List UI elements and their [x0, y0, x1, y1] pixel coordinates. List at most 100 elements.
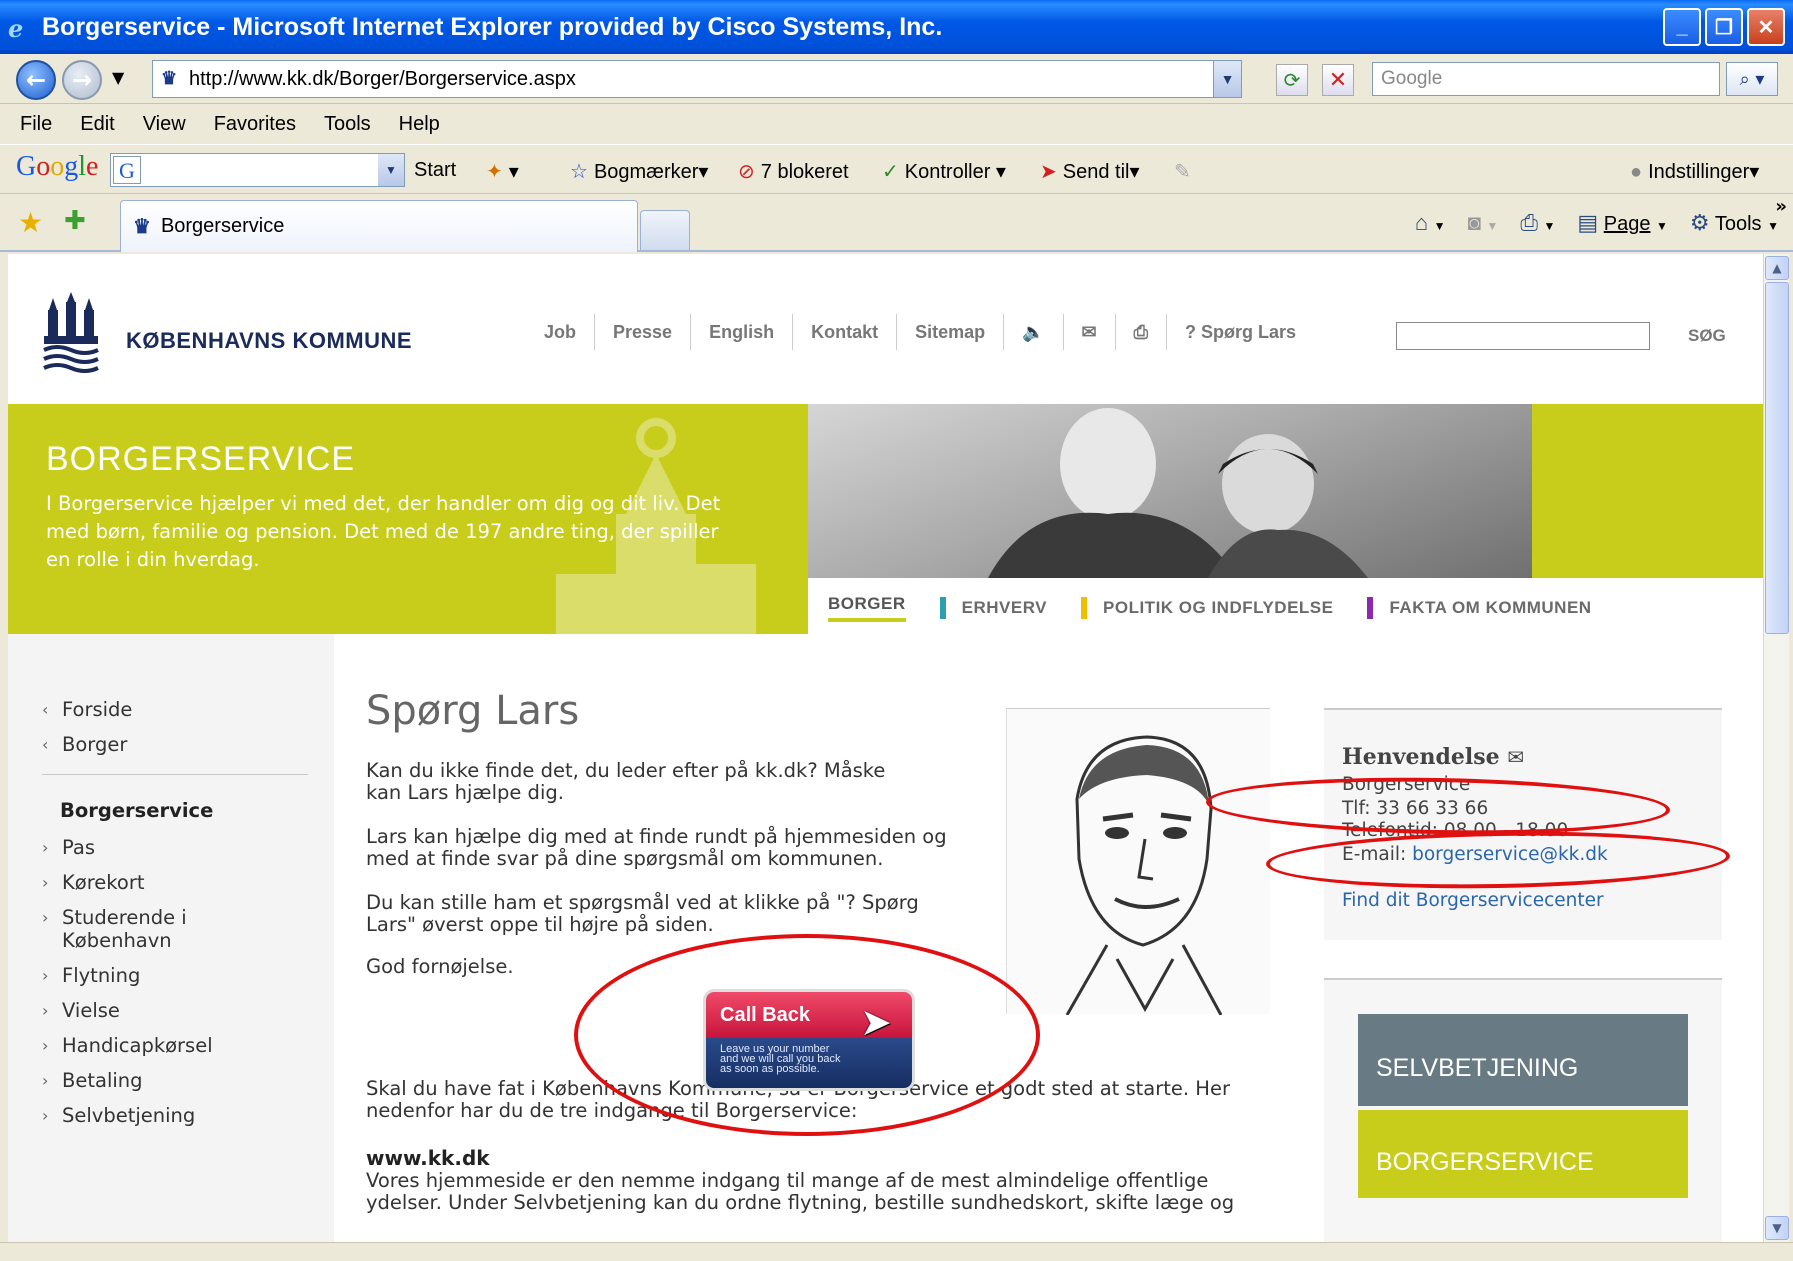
settings-button[interactable]: ● Indstillinger▾ — [1630, 159, 1759, 184]
borgerservice-button[interactable]: BORGERSERVICE — [1358, 1110, 1688, 1198]
envelope-icon[interactable]: ✉ — [1507, 745, 1524, 769]
address-bar: ← → ▼ ♛ http://www.kk.dk/Borger/Borgerse… — [0, 54, 1793, 104]
self-service-box: SELVBETJENING BORGERSERVICE — [1324, 978, 1722, 1242]
site-search-input[interactable] — [1396, 322, 1650, 350]
leftnav-borger[interactable]: ‹ Borger — [42, 733, 308, 756]
menu-help[interactable]: Help — [399, 113, 440, 136]
topnav-presse[interactable]: Presse — [595, 314, 692, 350]
find-center-link[interactable]: Find dit Borgerservicecenter — [1342, 890, 1604, 911]
new-tab-button[interactable] — [640, 210, 690, 250]
search-input[interactable]: Google — [1372, 62, 1720, 96]
search-button[interactable]: ⌕ ▾ — [1726, 62, 1778, 96]
tools-menu-button[interactable]: ⚙ Tools ▼ — [1690, 210, 1779, 236]
back-button[interactable]: ← — [16, 60, 56, 100]
google-options-button[interactable]: ✦ ▾ — [486, 159, 519, 184]
topnav-kontakt[interactable]: Kontakt — [793, 314, 898, 350]
google-search-dropdown-icon[interactable]: ▼ — [378, 154, 404, 186]
print-page-icon[interactable]: ⎙ — [1116, 314, 1168, 350]
mainnav-fakta[interactable]: FAKTA OM KOMMUNEN — [1367, 597, 1591, 619]
menu-tools[interactable]: Tools — [324, 113, 371, 136]
spellcheck-button[interactable]: ✓ Kontroller ▾ — [882, 159, 1006, 184]
scroll-thumb[interactable] — [1765, 282, 1789, 634]
site-search-button[interactable]: SØG — [1688, 326, 1726, 346]
chevron-left-icon: ‹ — [42, 700, 49, 719]
tab-borgerservice[interactable]: ♛ Borgerservice — [120, 200, 638, 252]
url-dropdown-icon[interactable]: ▼ — [1213, 61, 1241, 97]
mainnav-politik[interactable]: POLITIK OG INDFLYDELSE — [1081, 597, 1333, 619]
chevron-right-icon: › — [42, 1071, 49, 1090]
print-button[interactable]: ⎙ ▼ — [1520, 210, 1555, 236]
leftnav-selvbetjening[interactable]: › Selvbetjening — [42, 1104, 308, 1127]
menu-edit[interactable]: Edit — [80, 113, 114, 136]
send-to-button[interactable]: ➤ Send til▾ — [1040, 159, 1140, 184]
grandfather-child-photo-icon — [988, 408, 1368, 578]
leftnav-korekort[interactable]: › Kørekort — [42, 871, 308, 894]
menu-file[interactable]: File — [20, 113, 52, 136]
google-g-icon[interactable]: G — [113, 156, 141, 184]
topnav-job[interactable]: Job — [526, 314, 596, 350]
leftnav-forside[interactable]: ‹ Forside — [42, 698, 308, 721]
chevron-right-icon: › — [42, 873, 49, 892]
minimize-button[interactable]: _ — [1663, 8, 1701, 46]
leftnav-pas[interactable]: › Pas — [42, 836, 308, 859]
url-field[interactable]: ♛ http://www.kk.dk/Borger/Borgerservice.… — [152, 60, 1242, 98]
close-button[interactable]: ✕ — [1747, 8, 1785, 46]
menu-bar: File Edit View Favorites Tools Help — [0, 104, 1793, 144]
scroll-up-icon[interactable]: ▲ — [1765, 256, 1789, 280]
url-text: http://www.kk.dk/Borger/Borgerservice.as… — [189, 67, 576, 90]
topnav-sitemap[interactable]: Sitemap — [897, 314, 1005, 350]
restore-button[interactable]: ❐ — [1705, 8, 1743, 46]
leftnav-forside-label: Forside — [62, 698, 133, 721]
contact-title: Henvendelse ✉ — [1342, 744, 1524, 770]
leftnav-flytning[interactable]: › Flytning — [42, 964, 308, 987]
highlight-icon[interactable]: ✎ — [1174, 159, 1191, 184]
annotation-ellipse-callback — [574, 934, 1040, 1136]
google-search-input[interactable]: G ▼ — [110, 153, 405, 187]
favorites-star-icon[interactable]: ★ — [18, 206, 43, 239]
ask-lars-link[interactable]: ? Spørg Lars — [1167, 314, 1314, 350]
add-favorite-icon[interactable]: ✚ — [64, 206, 86, 236]
menu-favorites[interactable]: Favorites — [214, 113, 296, 136]
vertical-scrollbar[interactable]: ▲ ▼ — [1763, 254, 1789, 1242]
feeds-button[interactable]: ◙ ▼ — [1468, 210, 1499, 236]
leftnav-borger-label: Borger — [62, 733, 128, 756]
recent-pages-dropdown[interactable]: ▼ — [112, 68, 124, 87]
speaker-icon[interactable]: 🔈 — [1004, 314, 1064, 350]
page-icon: ▤ — [1577, 210, 1599, 235]
topnav-english[interactable]: English — [691, 314, 794, 350]
site-favicon-icon: ♛ — [161, 68, 178, 88]
bookmarks-label: Bogmærker — [593, 161, 699, 183]
email-page-icon[interactable]: ✉ — [1064, 314, 1116, 350]
tools-label: Tools — [1714, 213, 1762, 235]
settings-circle-icon: ● — [1630, 161, 1643, 183]
spellcheck-icon: ✓ — [882, 161, 899, 183]
leftnav-divider — [42, 774, 308, 775]
google-start-button[interactable]: Start — [414, 159, 456, 182]
content-paragraph-1: Kan du ikke finde det, du leder efter på… — [366, 759, 886, 804]
mainnav-borger[interactable]: BORGER — [828, 594, 906, 622]
site-logo-text[interactable]: KØBENHAVNS KOMMUNE — [126, 328, 412, 354]
leftnav-betaling[interactable]: › Betaling — [42, 1069, 308, 1092]
city-crest-logo-icon[interactable] — [42, 292, 100, 374]
leftnav-vielse-label: Vielse — [62, 999, 120, 1022]
leftnav-heading[interactable]: Borgerservice — [42, 799, 308, 822]
leftnav-studerende[interactable]: › Studerende i København — [42, 906, 308, 952]
refresh-button[interactable]: ⟳ — [1276, 64, 1308, 96]
scroll-down-icon[interactable]: ▼ — [1765, 1216, 1789, 1240]
printer-icon: ⎙ — [1520, 210, 1538, 235]
leftnav-handicapkorsel[interactable]: › Handicapkørsel — [42, 1034, 308, 1057]
forward-button[interactable]: → — [62, 60, 102, 100]
selvbetjening-button[interactable]: SELVBETJENING — [1358, 1014, 1688, 1106]
menu-view[interactable]: View — [143, 113, 186, 136]
home-button[interactable]: ⌂ ▼ — [1415, 210, 1446, 236]
bookmarks-button[interactable]: ☆ Bogmærker▾ — [570, 159, 708, 184]
leftnav-vielse[interactable]: › Vielse — [42, 999, 308, 1022]
stop-button[interactable]: ✕ — [1322, 64, 1354, 96]
leftnav-selvbetjening-label: Selvbetjening — [62, 1104, 196, 1127]
more-tools-chevron-icon[interactable]: » — [1775, 196, 1787, 217]
erhverv-color-bar — [939, 597, 946, 619]
page-menu-button[interactable]: ▤ Page ▼ — [1577, 210, 1668, 236]
check-label: Kontroller — [904, 161, 991, 183]
popup-blocked-button[interactable]: ⊘ 7 blokeret — [738, 159, 849, 184]
mainnav-erhverv[interactable]: ERHVERV — [939, 597, 1047, 619]
